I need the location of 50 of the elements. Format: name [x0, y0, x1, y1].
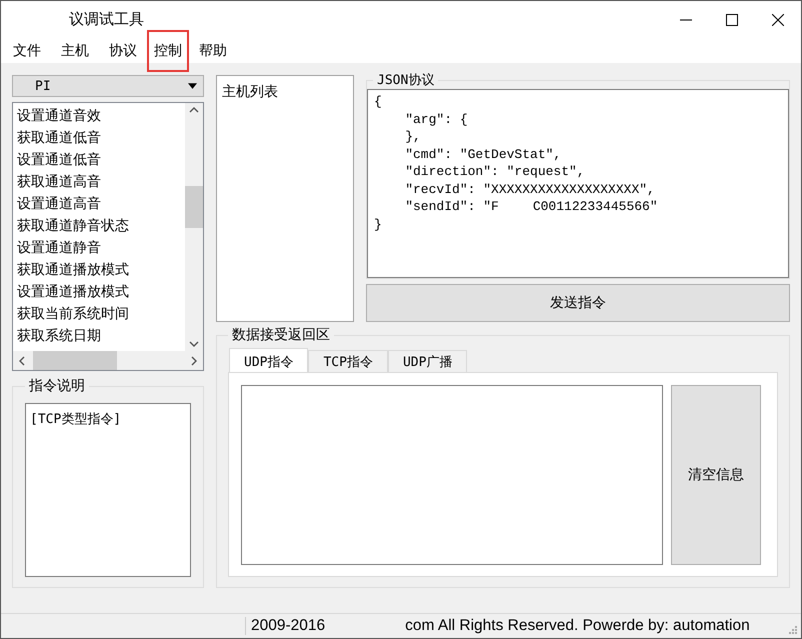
- code-line: },: [404, 128, 421, 146]
- list-item[interactable]: 获取通道低音: [17, 127, 181, 149]
- menu-item[interactable]: 帮助: [189, 36, 237, 64]
- code-line: "sendId": "F: [404, 198, 499, 216]
- code-line: "cmd": "GetDevStat",: [404, 146, 562, 163]
- code-line: {: [374, 93, 382, 110]
- status-text: com All Rights Reserved. Powerde by: automation: [405, 617, 750, 635]
- list-item[interactable]: 获取当前系统时间: [17, 303, 181, 325]
- list-item[interactable]: 获取通道高音: [17, 171, 181, 193]
- list-item[interactable]: 获取通道静音状态: [17, 215, 181, 237]
- group-title: JSON协议: [376, 72, 436, 89]
- resize-grip-icon[interactable]: [789, 626, 798, 635]
- window-title: 议调试工具: [69, 10, 144, 29]
- tab[interactable]: TCP指令: [308, 350, 388, 372]
- status-text: 2009-2016: [245, 617, 326, 635]
- list-item[interactable]: 设置通道低音: [17, 149, 181, 171]
- list-item[interactable]: 设置通道静音: [17, 237, 181, 259]
- vertical-scrollbar[interactable]: [185, 103, 203, 351]
- code-line: "arg": {: [404, 110, 468, 128]
- code-line: }: [374, 216, 382, 233]
- maximize-icon[interactable]: [726, 14, 738, 26]
- menu-item[interactable]: 文件: [3, 36, 51, 64]
- list-item[interactable]: 设置通道播放模式: [17, 281, 181, 303]
- scroll-thumb[interactable]: [33, 351, 117, 370]
- scroll-thumb[interactable]: [185, 186, 203, 228]
- group-title: 指令说明: [28, 377, 86, 395]
- menu-item[interactable]: 协议: [99, 36, 147, 64]
- host-list[interactable]: 主机列表: [216, 75, 354, 322]
- menu-item[interactable]: 主机: [51, 36, 99, 64]
- list-item[interactable]: 获取通道播放模式: [17, 259, 181, 281]
- list-item[interactable]: 获取系统日期: [17, 325, 181, 347]
- host-list-title: 主机列表: [222, 84, 278, 100]
- code-line: "direction": "request",: [404, 163, 585, 180]
- clear-button[interactable]: 清空信息: [671, 385, 761, 565]
- code-line: "recvId": "XXXXXXXXXXXXXXXXXXX",: [404, 180, 655, 198]
- tab[interactable]: UDP指令: [229, 348, 308, 372]
- command-combo[interactable]: PI: [12, 75, 204, 97]
- description-box[interactable]: [TCP类型指令]: [25, 403, 191, 577]
- dropdown-icon: [188, 83, 197, 89]
- menu-item[interactable]: 控制: [147, 30, 189, 72]
- send-button[interactable]: 发送指令: [366, 284, 790, 322]
- description-text: [TCP类型指令]: [30, 412, 122, 427]
- json-editor[interactable]: { "arg": { }, "cmd": "GetDevStat", "direction": "request", "recvId": "XXXXXXXXXXXXXXXXXXX", "sendId": "F C00112233445566" }: [367, 89, 789, 278]
- group-title: 数据接受返回区: [231, 326, 331, 344]
- close-icon[interactable]: [772, 14, 784, 26]
- horizontal-scrollbar[interactable]: [13, 351, 203, 370]
- list-item[interactable]: 设置通道高音: [17, 193, 181, 215]
- list-item[interactable]: 设置通道音效: [17, 105, 181, 127]
- tab[interactable]: UDP广播: [388, 350, 468, 372]
- code-line: C00112233445566": [532, 198, 658, 216]
